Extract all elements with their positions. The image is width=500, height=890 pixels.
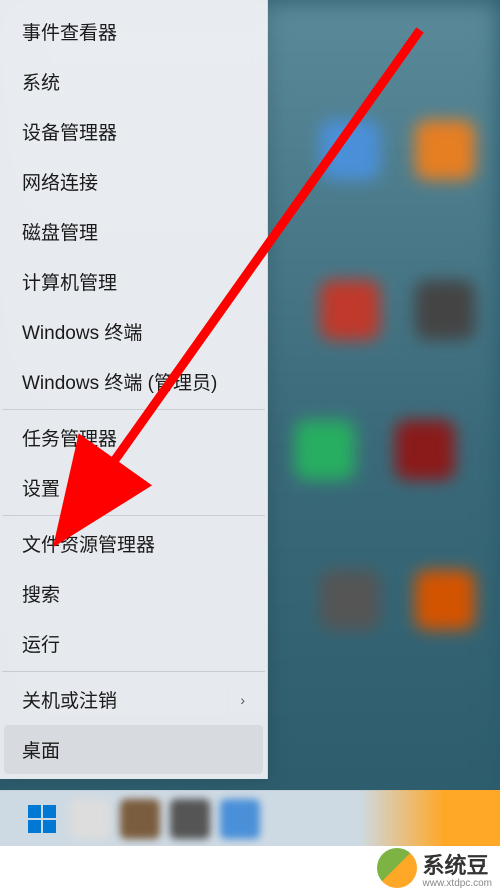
menu-item-label: 事件查看器 [22,18,117,45]
menu-item-label: 系统 [22,68,60,95]
menu-settings[interactable]: 设置 [4,463,263,512]
chevron-right-icon: › [240,692,245,708]
menu-item-label: 网络连接 [22,168,98,195]
menu-item-label: 任务管理器 [22,424,117,451]
menu-desktop[interactable]: 桌面 [4,725,263,774]
windows-logo-icon [28,805,56,833]
menu-task-manager[interactable]: 任务管理器 [4,413,263,462]
menu-separator [2,671,265,672]
winx-context-menu: 事件查看器系统设备管理器网络连接磁盘管理计算机管理 Windows 终端 Windo… [0,0,268,779]
watermark-gradient [360,790,500,846]
watermark-url: www.xtdpc.com [423,878,492,889]
menu-network-connections[interactable]: 网络连接 [4,157,263,206]
taskbar-app-icon[interactable] [220,799,260,839]
desktop-icon [415,280,475,340]
menu-shutdown-signout[interactable]: 关机或注销 › [4,675,263,724]
menu-search[interactable]: 搜索 [4,569,263,618]
menu-disk-management[interactable]: 磁盘管理 [4,207,263,256]
watermark-badge: 系统豆 www.xtdpc.com [377,848,492,889]
menu-windows-terminal[interactable]: Windows 终端 [4,307,263,356]
watermark-brand: 系统豆 [423,848,492,880]
taskbar-app-icon[interactable] [70,799,110,839]
menu-item-label: Windows 终端 [22,318,142,345]
menu-device-manager[interactable]: 设备管理器 [4,107,263,156]
menu-event-viewer[interactable]: 事件查看器 [4,7,263,56]
menu-file-explorer[interactable]: 文件资源管理器 [4,519,263,568]
menu-item-label: 运行 [22,630,60,657]
desktop-icon [415,120,475,180]
menu-item-label: 磁盘管理 [22,218,98,245]
taskbar-app-icon[interactable] [170,799,210,839]
desktop-icon [415,570,475,630]
desktop-icon [320,120,380,180]
menu-system[interactable]: 系统 [4,57,263,106]
desktop-icon [395,420,455,480]
menu-item-label: Windows 终端 (管理员) [22,368,217,395]
menu-separator [2,515,265,516]
menu-item-label: 桌面 [22,736,60,763]
menu-separator [2,409,265,410]
menu-run[interactable]: 运行 [4,619,263,668]
desktop-icon [295,420,355,480]
watermark-bar: 系统豆 www.xtdpc.com [0,846,500,890]
start-button[interactable] [24,801,60,837]
menu-item-label: 设置 [22,474,60,501]
watermark-logo-icon [377,848,417,888]
menu-item-label: 搜索 [22,580,60,607]
desktop-icon [320,570,380,630]
menu-item-label: 设备管理器 [22,118,117,145]
menu-computer-management[interactable]: 计算机管理 [4,257,263,306]
menu-item-label: 计算机管理 [22,268,117,295]
menu-item-label: 关机或注销 [22,686,117,713]
taskbar-app-icon[interactable] [120,799,160,839]
desktop-icon [320,280,380,340]
menu-windows-terminal-admin[interactable]: Windows 终端 (管理员) [4,357,263,406]
menu-item-label: 文件资源管理器 [22,530,155,557]
